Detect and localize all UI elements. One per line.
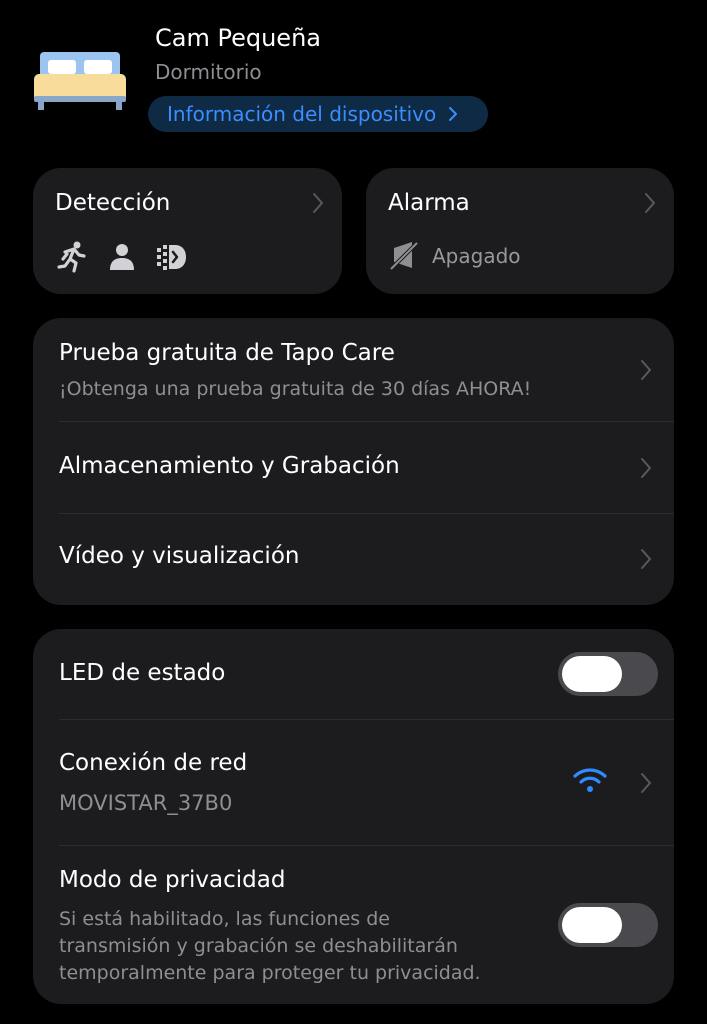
privacy-description-line: Si está habilitado, las funciones de (59, 908, 390, 930)
network-ssid: MOVISTAR_37B0 (59, 791, 233, 815)
alarm-off-icon (389, 241, 419, 271)
privacy-mode-description: Si está habilitado, las funciones de tra… (59, 906, 539, 987)
device-settings-group: LED de estado Conexión de red MOVISTAR_3… (33, 629, 674, 1004)
storage-recording-title: Almacenamiento y Grabación (59, 453, 400, 479)
chevron-right-icon (641, 549, 651, 569)
chevron-right-icon (641, 773, 651, 793)
privacy-description-line: temporalmente para proteger tu privacida… (59, 962, 481, 984)
status-led-title: LED de estado (59, 660, 226, 686)
privacy-mode-toggle[interactable] (558, 903, 658, 947)
alarm-status-text: Apagado (432, 244, 521, 268)
storage-recording-row[interactable]: Almacenamiento y Grabación (33, 422, 674, 513)
person-icon (110, 244, 134, 270)
device-room: Dormitorio (155, 60, 262, 84)
service-settings-group: Prueba gratuita de Tapo Care ¡Obtenga un… (33, 318, 674, 605)
device-info-label: Información del dispositivo (167, 102, 437, 126)
wifi-icon (573, 768, 607, 792)
alarm-status: Apagado (388, 240, 521, 272)
chevron-right-icon (645, 193, 655, 213)
status-led-row: LED de estado (33, 629, 674, 719)
tapo-care-subtitle: ¡Obtenga una prueba gratuita de 30 días … (59, 378, 532, 400)
detection-title: Detección (55, 190, 171, 216)
tapo-care-title: Prueba gratuita de Tapo Care (59, 340, 395, 366)
bed-icon (34, 52, 126, 110)
motion-detection-icon (157, 245, 186, 270)
running-person-icon (57, 241, 86, 273)
detection-card[interactable]: Detección (33, 168, 342, 294)
device-settings-screen: Cam Pequeña Dormitorio Información del d… (0, 0, 707, 1024)
video-display-title: Vídeo y visualización (59, 543, 300, 569)
toggle-knob (562, 656, 622, 692)
status-led-toggle[interactable] (558, 652, 658, 696)
privacy-mode-row: Modo de privacidad Si está habilitado, l… (33, 846, 674, 1004)
network-connection-title: Conexión de red (59, 750, 248, 776)
privacy-mode-title: Modo de privacidad (59, 867, 286, 893)
detection-icons (55, 240, 189, 274)
chevron-right-icon (641, 458, 651, 478)
device-info-button[interactable]: Información del dispositivo (148, 96, 488, 132)
privacy-description-line: transmisión y grabación se deshabilitará… (59, 935, 458, 957)
chevron-right-icon (641, 360, 651, 380)
chevron-right-icon (313, 193, 323, 213)
chevron-right-icon (449, 107, 458, 121)
device-name: Cam Pequeña (155, 24, 321, 52)
video-display-row[interactable]: Vídeo y visualización (33, 514, 674, 605)
network-connection-row[interactable]: Conexión de red MOVISTAR_37B0 (33, 720, 674, 845)
tapo-care-row[interactable]: Prueba gratuita de Tapo Care ¡Obtenga un… (33, 318, 674, 421)
alarm-card[interactable]: Alarma Apagado (366, 168, 674, 294)
alarm-title: Alarma (388, 190, 470, 216)
toggle-knob (562, 907, 622, 943)
